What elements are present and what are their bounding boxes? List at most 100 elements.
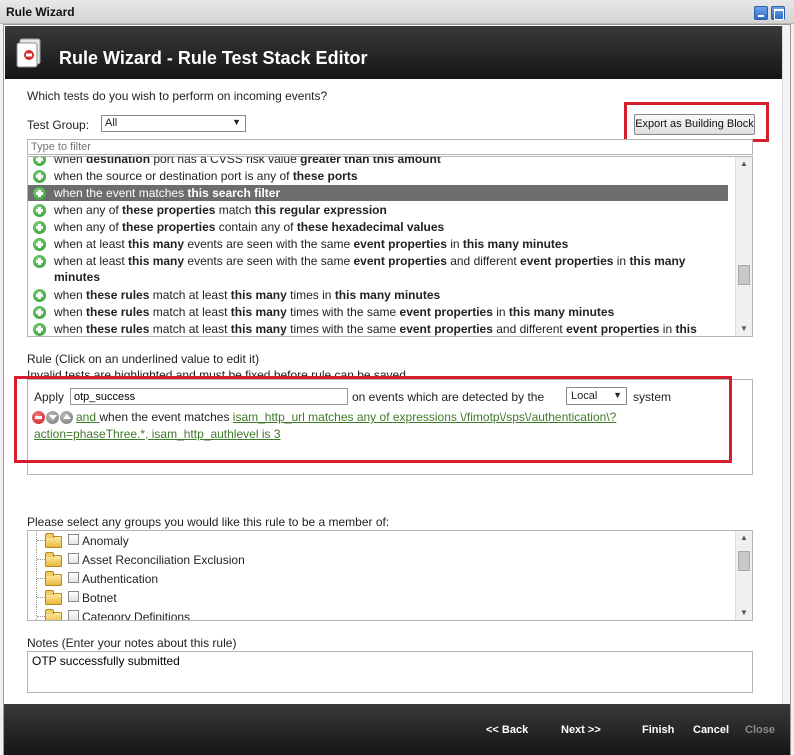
add-test-icon[interactable] bbox=[33, 238, 46, 251]
test-item-text: match at least bbox=[149, 322, 231, 336]
test-item-text: when any of bbox=[54, 203, 123, 217]
group-list-scrollbar[interactable]: ▲ ▼ bbox=[735, 531, 752, 620]
test-item-text: this many minutes bbox=[462, 237, 569, 251]
test-item-text: events are seen with the same bbox=[184, 254, 354, 268]
test-item[interactable]: when the event matches this search filte… bbox=[28, 185, 728, 201]
folder-icon bbox=[45, 533, 62, 548]
add-test-icon[interactable] bbox=[33, 221, 46, 234]
folder-icon bbox=[45, 552, 62, 567]
test-item-text: in bbox=[613, 254, 630, 268]
scroll-up-icon[interactable]: ▲ bbox=[736, 531, 752, 545]
test-item-text: this many minutes bbox=[508, 305, 615, 319]
test-item-text: port has a CVSS risk value bbox=[150, 156, 301, 166]
group-item[interactable]: Anomaly bbox=[28, 531, 728, 550]
test-item-text: these properties bbox=[122, 203, 216, 217]
scrollbar-thumb[interactable] bbox=[738, 551, 750, 571]
highlight-box-export bbox=[624, 102, 769, 142]
test-item-text: match bbox=[215, 203, 255, 217]
test-item[interactable]: when any of these properties contain any… bbox=[28, 219, 728, 235]
test-item-text: in bbox=[659, 322, 676, 336]
group-checkbox[interactable] bbox=[68, 591, 79, 602]
next-button[interactable]: Next >> bbox=[561, 724, 601, 736]
test-item-text: when bbox=[54, 288, 87, 302]
add-test-icon[interactable] bbox=[33, 157, 46, 166]
test-item[interactable]: when these rules match at least this man… bbox=[28, 287, 728, 303]
test-item[interactable]: when these rules match at least this man… bbox=[28, 321, 728, 336]
test-item-text: and different bbox=[492, 322, 567, 336]
minimize-button[interactable] bbox=[754, 6, 768, 20]
add-test-icon[interactable] bbox=[33, 255, 46, 268]
test-item-text: event properties bbox=[399, 322, 493, 336]
scrollbar-thumb[interactable] bbox=[738, 265, 750, 285]
cancel-button[interactable]: Cancel bbox=[693, 724, 729, 736]
test-item-text: events are seen with the same bbox=[184, 237, 354, 251]
test-item-text: times in bbox=[286, 288, 335, 302]
finish-button[interactable]: Finish bbox=[642, 724, 674, 736]
folder-icon bbox=[45, 571, 62, 586]
group-label: Botnet bbox=[82, 591, 117, 605]
rule-wizard-window: Rule Wizard - Rule Test Stack Editor Whi… bbox=[3, 24, 791, 755]
group-label: Category Definitions bbox=[82, 610, 191, 621]
test-filter-input[interactable] bbox=[27, 139, 753, 155]
test-item-text: these rules bbox=[86, 322, 150, 336]
add-test-icon[interactable] bbox=[33, 306, 46, 319]
group-label: Asset Reconciliation Exclusion bbox=[82, 553, 245, 567]
test-item-text: when bbox=[54, 322, 87, 336]
test-item-text: these hexadecimal values bbox=[296, 220, 445, 234]
group-item[interactable]: Category Definitions bbox=[28, 607, 728, 621]
test-item-text: times with the same bbox=[286, 322, 400, 336]
window-titlebar: Rule Wizard bbox=[0, 0, 794, 24]
group-checkbox[interactable] bbox=[68, 572, 79, 583]
test-item-text: contain any of bbox=[215, 220, 297, 234]
add-test-icon[interactable] bbox=[33, 187, 46, 200]
folder-icon bbox=[45, 590, 62, 605]
window-scrollbar[interactable] bbox=[782, 25, 790, 705]
window-title: Rule Wizard bbox=[6, 5, 75, 19]
test-item[interactable]: when destination port has a CVSS risk va… bbox=[28, 156, 728, 167]
highlight-box-rule bbox=[14, 376, 732, 463]
wizard-footer: << Back Next >> Finish Cancel Close bbox=[4, 704, 790, 755]
test-item-text: when at least bbox=[54, 254, 129, 268]
add-test-icon[interactable] bbox=[33, 323, 46, 336]
group-label: Anomaly bbox=[82, 534, 129, 548]
test-item-text: in bbox=[446, 237, 463, 251]
test-item[interactable]: when at least this many events are seen … bbox=[28, 253, 728, 285]
test-list: when destination port has a CVSS risk va… bbox=[27, 156, 753, 337]
test-item-text: when bbox=[54, 156, 87, 166]
test-item-text: this many bbox=[230, 288, 287, 302]
test-item-text: these rules bbox=[86, 305, 150, 319]
scroll-down-icon[interactable]: ▼ bbox=[736, 322, 752, 336]
test-list-scrollbar[interactable]: ▲ ▼ bbox=[735, 157, 752, 336]
close-button: Close bbox=[745, 724, 775, 736]
group-label: Authentication bbox=[82, 572, 159, 586]
add-test-icon[interactable] bbox=[33, 170, 46, 183]
group-item[interactable]: Asset Reconciliation Exclusion bbox=[28, 550, 728, 569]
test-item[interactable]: when these rules match at least this man… bbox=[28, 304, 728, 320]
test-group-select[interactable]: All ▼ bbox=[101, 115, 246, 132]
scroll-down-icon[interactable]: ▼ bbox=[736, 606, 752, 620]
maximize-button[interactable] bbox=[771, 6, 785, 20]
test-item-text: this many bbox=[230, 305, 287, 319]
add-test-icon[interactable] bbox=[33, 289, 46, 302]
add-test-icon[interactable] bbox=[33, 204, 46, 217]
test-item[interactable]: when any of these properties match this … bbox=[28, 202, 728, 218]
group-checkbox[interactable] bbox=[68, 610, 79, 620]
rule-wizard-logo-icon bbox=[16, 38, 41, 68]
test-item-text: when at least bbox=[54, 237, 129, 251]
group-item[interactable]: Authentication bbox=[28, 569, 728, 588]
test-item[interactable]: when the source or destination port is a… bbox=[28, 168, 728, 184]
group-checkbox[interactable] bbox=[68, 534, 79, 545]
test-item-text: greater than this amount bbox=[300, 156, 441, 166]
test-item-text: event properties bbox=[566, 322, 660, 336]
test-item-text: event properties bbox=[520, 254, 614, 268]
notes-textarea[interactable]: OTP successfully submitted bbox=[27, 651, 753, 693]
scroll-up-icon[interactable]: ▲ bbox=[736, 157, 752, 171]
test-item-text: when bbox=[54, 305, 87, 319]
group-item[interactable]: Botnet bbox=[28, 588, 728, 607]
test-item-text: match at least bbox=[149, 305, 231, 319]
test-item[interactable]: when at least this many events are seen … bbox=[28, 236, 728, 252]
back-button[interactable]: << Back bbox=[486, 724, 528, 736]
test-item-text: when the source or destination port is a… bbox=[54, 169, 293, 183]
groups-label: Please select any groups you would like … bbox=[27, 515, 390, 529]
group-checkbox[interactable] bbox=[68, 553, 79, 564]
